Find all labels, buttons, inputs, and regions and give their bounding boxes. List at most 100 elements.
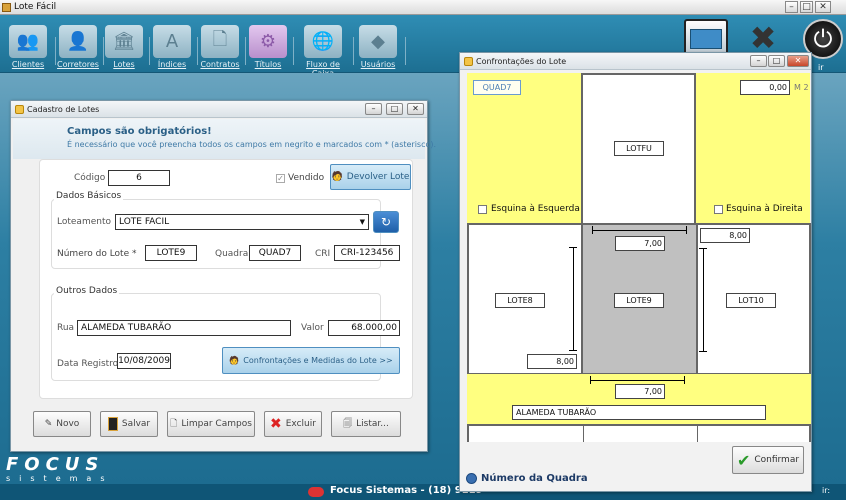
- gear-icon: ⚙: [249, 25, 287, 58]
- window-icon: [464, 57, 473, 66]
- frente-base-field[interactable]: 7,00: [615, 384, 665, 399]
- codigo-label: Código: [74, 173, 106, 183]
- dimension-tick: [699, 351, 707, 352]
- toolbar-label: Corretores: [57, 60, 99, 69]
- dimension-tick: [686, 226, 687, 234]
- toolbar-lotes[interactable]: 🏛 Lotes: [98, 25, 150, 75]
- confrontacoes-title: Confrontações do Lote: [476, 57, 567, 66]
- frente-base-dimension-line: [590, 380, 684, 381]
- dados-basicos-label: Dados Básicos: [54, 191, 124, 201]
- cadastro-close-button[interactable]: ✕: [407, 103, 424, 115]
- codigo-field[interactable]: 6: [108, 170, 170, 186]
- warning-area: Campos são obrigatórios! É necessário qu…: [13, 119, 436, 159]
- frente-topo-field[interactable]: 7,00: [615, 236, 665, 251]
- person-icon: 🧑: [229, 356, 240, 365]
- salvar-label: Salvar: [121, 419, 151, 429]
- close-button[interactable]: ✕: [815, 1, 831, 13]
- numero-lote-field[interactable]: LOTE9: [145, 245, 197, 261]
- diamond-icon: ◆: [359, 25, 397, 58]
- cadastro-maximize-button[interactable]: □: [386, 103, 403, 115]
- esquina-esquerda-checkbox[interactable]: [478, 205, 487, 214]
- toolbar-usuarios[interactable]: ◆ Usuários: [352, 25, 404, 75]
- salvar-button[interactable]: Salvar: [100, 411, 158, 437]
- opposite-lots-row: [467, 424, 811, 442]
- direita-dimension-line: [703, 248, 704, 352]
- rua-label: Rua: [57, 323, 75, 333]
- quadra-display[interactable]: QUAD7: [473, 80, 521, 95]
- cadastro-title-bar: Cadastro de Lotes – □ ✕: [11, 101, 427, 118]
- toolbar-titulos[interactable]: ⚙ Títulos: [242, 25, 294, 75]
- cri-field[interactable]: CRI-123456: [334, 245, 400, 261]
- cri-label: CRI: [315, 249, 331, 259]
- lote-esquerda-field[interactable]: LOTE8: [495, 293, 545, 308]
- quadra-field[interactable]: QUAD7: [249, 245, 301, 261]
- lote-fundo-field[interactable]: LOTFU: [614, 141, 664, 156]
- area-field[interactable]: 0,00: [740, 80, 790, 95]
- toolbar-corretores[interactable]: 👤 Corretores: [52, 25, 104, 75]
- outros-dados-label: Outros Dados: [54, 286, 120, 296]
- top-right-area: [696, 73, 810, 224]
- limpar-campos-button[interactable]: 🗋 Limpar Campos: [167, 411, 255, 437]
- chevron-down-icon: ▼: [359, 218, 365, 226]
- numero-quadra-label: Número da Quadra: [481, 473, 588, 484]
- toolbar-label: Contratos: [200, 60, 240, 69]
- valor-field[interactable]: 68.000,00: [328, 320, 400, 336]
- main-window-title: Lote Fácil: [14, 2, 57, 12]
- esquina-esquerda-label: Esquina à Esquerda: [491, 204, 580, 214]
- vendido-checkbox[interactable]: ✓: [276, 174, 285, 183]
- document-icon: 🗋: [201, 25, 239, 58]
- loteamento-label: Loteamento: [57, 217, 111, 227]
- dimension-tick: [590, 376, 591, 384]
- confrontacoes-maximize-button[interactable]: □: [768, 55, 785, 67]
- direita-medida-field[interactable]: 8,00: [700, 228, 750, 243]
- toolbar-label: Clientes: [11, 60, 45, 69]
- confrontacoes-close-button[interactable]: ✕: [787, 55, 809, 67]
- data-registro-label: Data Registro:: [57, 359, 122, 369]
- cadastro-minimize-button[interactable]: –: [365, 103, 382, 115]
- cadastro-title: Cadastro de Lotes: [27, 105, 100, 114]
- rua-field[interactable]: ALAMEDA TUBARÃO: [77, 320, 291, 336]
- toolbar-contratos[interactable]: 🗋 Contratos: [194, 25, 246, 75]
- save-icon: [107, 417, 118, 431]
- limpar-label: Limpar Campos: [181, 419, 252, 429]
- dimension-tick: [569, 350, 577, 351]
- confrontacoes-medidas-button[interactable]: 🧑 Confrontações e Medidas do Lote >>: [222, 347, 400, 374]
- checkmark-icon: ✔: [736, 450, 751, 470]
- toolbar-fluxo-caixa[interactable]: 🌐Fluxo de Caixa: [294, 25, 352, 78]
- excluir-button[interactable]: ✖ Excluir: [264, 411, 322, 437]
- maximize-button[interactable]: □: [800, 1, 813, 13]
- novo-button[interactable]: ✎ Novo: [33, 411, 91, 437]
- info-icon: [466, 473, 477, 484]
- esquina-direita-checkbox[interactable]: [714, 205, 723, 214]
- refresh-icon[interactable]: ↻: [373, 211, 399, 233]
- rua-confrontacao-field[interactable]: ALAMEDA TUBARÃO: [512, 405, 766, 420]
- dimension-tick: [684, 376, 685, 384]
- delete-icon: ✖: [270, 416, 282, 432]
- confrontacoes-title-bar: Confrontações do Lote – □ ✕: [460, 53, 811, 70]
- confrontacoes-label: Confrontações e Medidas do Lote >>: [243, 356, 393, 365]
- confrontacoes-minimize-button[interactable]: –: [750, 55, 767, 67]
- data-registro-field[interactable]: 10/08/2009: [117, 353, 171, 369]
- confirmar-button[interactable]: ✔ Confirmar: [732, 446, 804, 474]
- devolver-label: Devolver Lote: [346, 172, 410, 182]
- lot-divider: [583, 426, 584, 442]
- esquerda-dimension-line: [573, 247, 574, 351]
- lote-atual-field[interactable]: LOTE9: [614, 293, 664, 308]
- app-icon: [2, 3, 11, 12]
- pencil-icon: ✎: [44, 419, 53, 429]
- focus-logo-subtitle: sistemas: [6, 474, 114, 483]
- loteamento-select[interactable]: LOTE FACIL ▼: [115, 214, 369, 230]
- person-icon: 🧑: [331, 172, 343, 182]
- lote-direita-field[interactable]: LOT10: [726, 293, 776, 308]
- esquina-direita-label: Esquina à Direita: [726, 204, 803, 214]
- minimize-button[interactable]: –: [785, 1, 798, 13]
- confrontacoes-window: Confrontações do Lote – □ ✕ QUAD7 LOTFU …: [459, 52, 812, 492]
- frente-topo-dimension-line: [592, 230, 686, 231]
- listar-button[interactable]: 🗐 Listar...: [331, 411, 401, 437]
- lot-divider: [697, 426, 698, 442]
- toolbar-clientes[interactable]: 👥 Clientes: [2, 25, 54, 75]
- devolver-lote-button[interactable]: 🧑 Devolver Lote: [330, 164, 411, 190]
- list-icon: 🗐: [343, 419, 353, 429]
- toolbar-indices[interactable]: A Índices: [146, 25, 198, 75]
- esquerda-medida-field[interactable]: 8,00: [527, 354, 577, 369]
